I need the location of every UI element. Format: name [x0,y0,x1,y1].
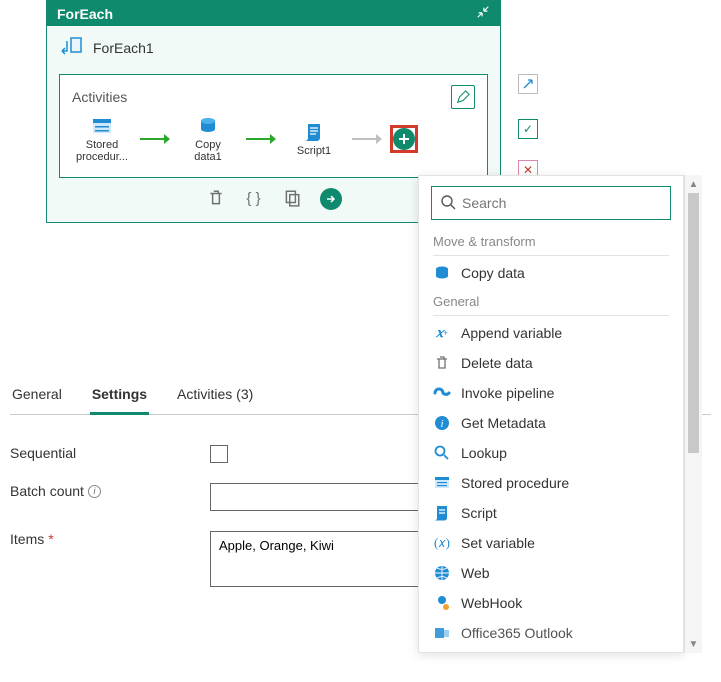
script-icon [433,504,451,522]
foreach-header-title: ForEach [57,6,113,22]
menu-item-label: WebHook [461,595,522,611]
scroll-up-icon[interactable]: ▲ [685,175,702,193]
activity-copy-data[interactable]: Copy data1 [178,115,238,163]
run-button[interactable] [320,188,342,210]
foreach-name[interactable]: ForEach1 [93,40,154,56]
menu-item-label: Web [461,565,490,581]
menu-lookup[interactable]: Lookup [419,438,683,468]
popup-scrollbar[interactable]: ▲ ▼ [684,175,702,653]
info-icon: i [433,414,451,432]
web-icon [433,564,451,582]
menu-item-label: Office365 Outlook [461,625,573,641]
activities-label: Activities [72,89,127,105]
code-button[interactable]: { } [244,188,264,208]
webhook-icon [433,594,451,612]
svg-text:i: i [440,418,443,430]
menu-append-variable[interactable]: 𝑥+ Append variable [419,318,683,348]
menu-script[interactable]: Script [419,498,683,528]
stored-proc-icon [433,474,451,492]
menu-office365[interactable]: Office365 Outlook [419,618,683,648]
arrow-icon [246,130,276,148]
delete-button[interactable] [206,188,226,208]
section-move-transform: Move & transform [419,228,683,253]
menu-item-label: Set variable [461,535,535,551]
search-box[interactable] [431,186,671,220]
copy-data-icon [433,264,451,282]
copy-data-icon [197,115,219,137]
edit-activities-button[interactable] [451,85,475,109]
arrow-icon [352,130,382,148]
batch-count-label: Batch count [10,483,84,499]
menu-stored-procedure[interactable]: Stored procedure [419,468,683,498]
info-icon[interactable]: i [88,485,101,498]
scroll-down-icon[interactable]: ▼ [685,635,702,653]
menu-delete-data[interactable]: Delete data [419,348,683,378]
collapse-icon[interactable] [476,5,490,22]
sequential-label: Sequential [10,445,210,461]
foreach-header[interactable]: ForEach [47,1,500,26]
menu-item-label: Stored procedure [461,475,569,491]
arrow-icon [140,130,170,148]
sequential-checkbox[interactable] [210,445,228,463]
menu-invoke-pipeline[interactable]: Invoke pipeline [419,378,683,408]
plus-icon [393,128,415,150]
menu-get-metadata[interactable]: i Get Metadata [419,408,683,438]
search-icon [440,194,456,213]
menu-item-label: Append variable [461,325,562,341]
menu-item-label: Invoke pipeline [461,385,554,401]
menu-copy-data[interactable]: Copy data [419,258,683,288]
menu-item-label: Delete data [461,355,533,371]
tab-general[interactable]: General [10,380,64,415]
menu-item-label: Get Metadata [461,415,546,431]
required-asterisk: * [48,531,53,547]
activity-stored-procedure[interactable]: Stored procedur... [72,115,132,163]
set-variable-icon: (𝑥) [433,534,451,552]
activity-label: Copy data1 [194,139,222,163]
items-label: Items [10,531,44,547]
menu-item-label: Lookup [461,445,507,461]
foreach-icon [59,36,83,60]
append-variable-icon: 𝑥+ [433,324,451,342]
foreach-name-row: ForEach1 [59,36,488,60]
menu-item-label: Copy data [461,265,525,281]
menu-item-label: Script [461,505,497,521]
menu-web[interactable]: Web [419,558,683,588]
script-icon [303,121,325,143]
copy-button[interactable] [282,188,302,208]
validate-side-button[interactable]: ✓ [518,119,538,139]
add-activity-button[interactable] [390,125,418,153]
tab-settings[interactable]: Settings [90,380,149,415]
menu-set-variable[interactable]: (𝑥) Set variable [419,528,683,558]
search-input[interactable] [462,195,662,211]
activity-label: Stored procedur... [76,139,128,163]
lookup-icon [433,444,451,462]
scroll-thumb[interactable] [688,193,699,453]
stored-proc-icon [91,115,113,137]
tab-activities[interactable]: Activities (3) [175,380,255,415]
activity-picker-popup: Move & transform Copy data General 𝑥+ Ap… [418,175,702,653]
outlook-icon [433,624,451,642]
activities-box: Activities Stored procedur... C [59,74,488,178]
pipeline-icon [433,384,451,402]
activity-label: Script1 [297,145,331,157]
menu-webhook[interactable]: WebHook [419,588,683,618]
expand-side-button[interactable] [518,74,538,94]
section-general: General [419,288,683,313]
activity-script[interactable]: Script1 [284,121,344,157]
trash-icon [433,354,451,372]
